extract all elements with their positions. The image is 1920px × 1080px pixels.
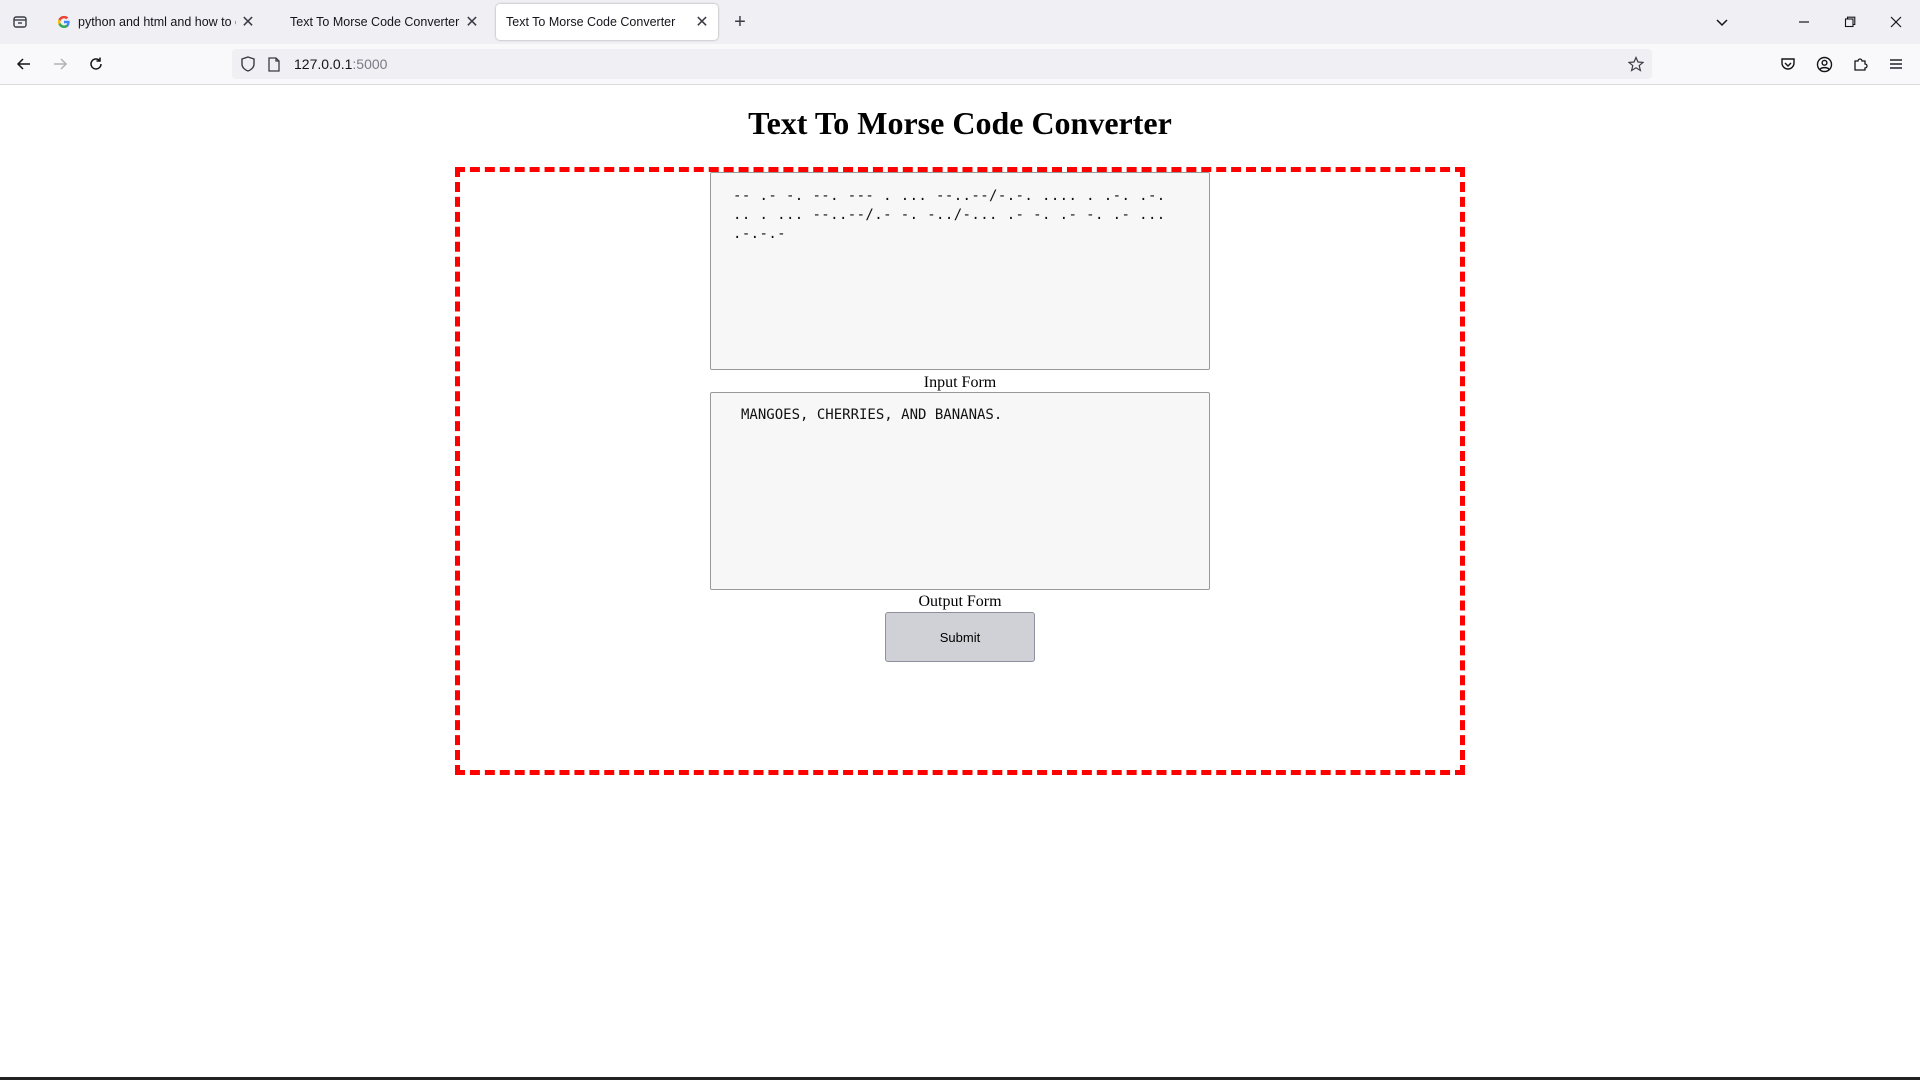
tab-title: python and html and how to en xyxy=(78,15,236,29)
new-tab-icon[interactable]: + xyxy=(728,10,752,34)
input-form-label: Input Form xyxy=(923,374,997,391)
url-text[interactable]: 127.0.0.1:5000 xyxy=(294,56,387,72)
url-host: 127.0.0.1 xyxy=(294,56,353,72)
close-tab-icon[interactable]: ✕ xyxy=(690,10,714,34)
tab-title: Text To Morse Code Converter xyxy=(290,15,460,29)
menu-hamburger-icon[interactable] xyxy=(1882,50,1910,78)
close-tab-icon[interactable]: ✕ xyxy=(236,10,260,34)
tab-title: Text To Morse Code Converter xyxy=(506,15,676,29)
close-window-icon[interactable] xyxy=(1882,8,1910,36)
close-tab-icon[interactable]: ✕ xyxy=(460,10,484,34)
address-bar[interactable]: 127.0.0.1:5000 xyxy=(232,49,1652,79)
forward-arrow-icon[interactable] xyxy=(46,50,74,78)
firefox-view-icon[interactable] xyxy=(6,8,34,36)
extensions-icon[interactable] xyxy=(1846,50,1874,78)
page-title: Text To Morse Code Converter xyxy=(748,105,1172,141)
url-port: :5000 xyxy=(352,56,388,72)
shield-icon[interactable] xyxy=(238,54,258,74)
back-arrow-icon[interactable] xyxy=(10,50,38,78)
tab-google-search[interactable]: python and html and how to en ✕ xyxy=(46,4,264,40)
page-info-icon[interactable] xyxy=(264,54,284,74)
list-all-tabs-icon[interactable] xyxy=(1708,8,1736,36)
navigation-toolbar: 127.0.0.1:5000 xyxy=(0,44,1920,85)
morse-input-textarea[interactable]: -- .- -. --. --- . ... --..--/-.-. .... … xyxy=(710,172,1210,370)
account-icon[interactable] xyxy=(1810,50,1838,78)
tab-morse-converter-active[interactable]: Text To Morse Code Converter ✕ xyxy=(496,4,718,40)
restore-icon[interactable] xyxy=(1836,8,1864,36)
output-form-label: Output Form xyxy=(918,593,1002,610)
reload-icon[interactable] xyxy=(82,50,110,78)
submit-button[interactable]: Submit xyxy=(885,612,1035,662)
bookmark-star-icon[interactable] xyxy=(1626,54,1646,74)
pocket-icon[interactable] xyxy=(1774,50,1802,78)
minimize-icon[interactable] xyxy=(1790,8,1818,36)
google-g-icon xyxy=(56,14,72,30)
tab-morse-converter[interactable]: Text To Morse Code Converter ✕ xyxy=(270,4,488,40)
tab-bar: python and html and how to en ✕ Text To … xyxy=(0,0,1920,44)
page-content: Text To Morse Code Converter -- .- -. --… xyxy=(0,85,1920,1080)
text-output-textarea[interactable]: MANGOES, CHERRIES, AND BANANAS. xyxy=(710,392,1210,590)
